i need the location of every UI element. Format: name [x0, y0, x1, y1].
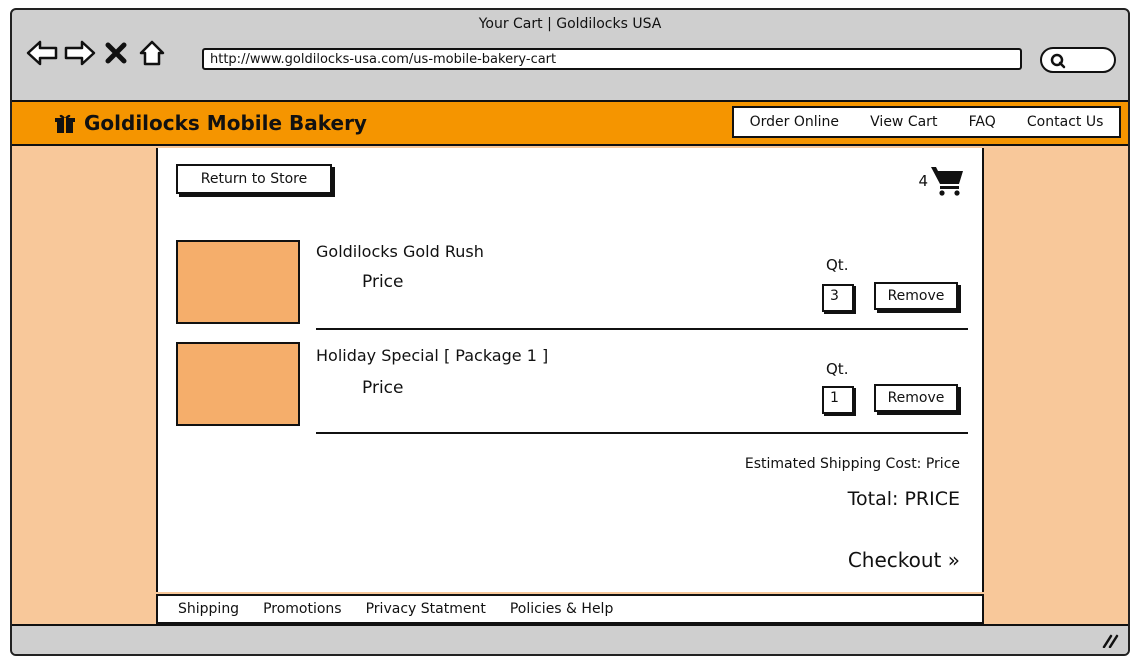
nav-faq[interactable]: FAQ — [969, 114, 996, 130]
nav-order-online[interactable]: Order Online — [750, 114, 839, 130]
back-button[interactable] — [26, 38, 58, 68]
nav-contact-us[interactable]: Contact Us — [1027, 114, 1103, 130]
cart-panel: Return to Store 4 Goldilocks Gold Rush P… — [156, 148, 984, 592]
home-icon — [139, 40, 165, 66]
stop-button[interactable] — [100, 38, 132, 68]
search-icon — [1050, 53, 1066, 69]
item-price: Price — [362, 272, 404, 292]
window-title: Your Cart | Goldilocks USA — [478, 16, 662, 32]
back-arrow-icon — [26, 40, 58, 66]
item-image — [176, 342, 300, 426]
item-name: Goldilocks Gold Rush — [316, 242, 484, 261]
forward-arrow-icon — [64, 40, 96, 66]
qty-label: Qt. — [826, 256, 849, 274]
estimated-shipping: Estimated Shipping Cost: Price — [744, 456, 960, 472]
cart-indicator[interactable]: 4 — [918, 164, 964, 196]
item-image — [176, 240, 300, 324]
resize-grip-icon[interactable] — [1102, 634, 1120, 648]
home-button[interactable] — [136, 38, 168, 68]
quantity-field[interactable]: 1 — [822, 386, 854, 414]
footer-promotions[interactable]: Promotions — [263, 601, 342, 617]
top-nav: Order Online View Cart FAQ Contact Us — [732, 106, 1121, 138]
forward-button[interactable] — [64, 38, 96, 68]
site-brand[interactable]: Goldilocks Mobile Bakery — [54, 111, 367, 135]
cart-count: 4 — [918, 172, 928, 190]
site-footer: Shipping Promotions Privacy Statment Pol… — [156, 594, 984, 624]
quantity-field[interactable]: 3 — [822, 284, 854, 312]
qty-label: Qt. — [826, 360, 849, 378]
nav-view-cart[interactable]: View Cart — [870, 114, 937, 130]
site-header: Goldilocks Mobile Bakery Order Online Vi… — [12, 100, 1128, 146]
item-name: Holiday Special [ Package 1 ] — [316, 346, 549, 365]
remove-button[interactable]: Remove — [874, 282, 958, 310]
item-divider — [316, 328, 968, 330]
remove-button[interactable]: Remove — [874, 384, 958, 412]
footer-policies-help[interactable]: Policies & Help — [510, 601, 614, 617]
close-icon — [105, 42, 127, 64]
gift-icon — [55, 114, 75, 133]
checkout-link[interactable]: Checkout » — [848, 548, 960, 572]
browser-window: Your Cart | Goldilocks USA http://www.go… — [10, 8, 1130, 656]
cart-total: Total: PRICE — [847, 488, 960, 510]
browser-search-field[interactable] — [1040, 47, 1116, 73]
status-bar — [12, 624, 1128, 654]
brand-name: Goldilocks Mobile Bakery — [84, 111, 367, 135]
item-price: Price — [362, 378, 404, 398]
footer-privacy-statement[interactable]: Privacy Statment — [366, 601, 486, 617]
footer-shipping[interactable]: Shipping — [178, 601, 239, 617]
return-to-store-button[interactable]: Return to Store — [176, 164, 332, 194]
url-bar[interactable]: http://www.goldilocks-usa.com/us-mobile-… — [202, 48, 1022, 70]
item-divider — [316, 432, 968, 434]
shopping-cart-icon — [931, 167, 963, 196]
